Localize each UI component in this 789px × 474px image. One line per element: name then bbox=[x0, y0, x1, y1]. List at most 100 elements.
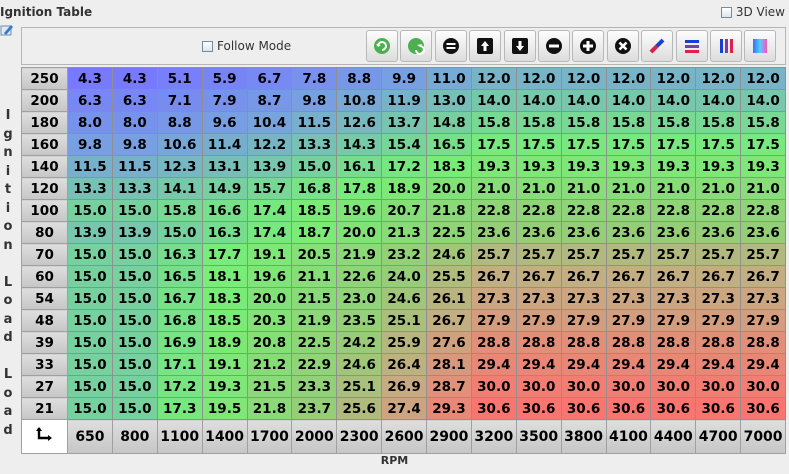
table-cell[interactable]: 27.3 bbox=[695, 287, 742, 310]
table-cell[interactable]: 14.0 bbox=[470, 89, 517, 112]
table-cell[interactable]: 21.5 bbox=[246, 375, 293, 398]
table-cell[interactable]: 22.8 bbox=[650, 199, 697, 222]
table-cell[interactable]: 8.7 bbox=[246, 89, 293, 112]
table-cell[interactable]: 19.1 bbox=[246, 243, 293, 266]
table-cell[interactable]: 17.1 bbox=[156, 353, 203, 376]
table-cell[interactable]: 16.7 bbox=[156, 287, 203, 310]
table-cell[interactable]: 17.7 bbox=[201, 243, 248, 266]
table-cell[interactable]: 15.8 bbox=[650, 111, 697, 134]
table-cell[interactable]: 28.8 bbox=[470, 331, 517, 354]
table-cell[interactable]: 27.3 bbox=[740, 287, 786, 310]
table-cell[interactable]: 17.2 bbox=[381, 155, 427, 178]
table-cell[interactable]: 13.9 bbox=[111, 221, 158, 244]
table-cell[interactable]: 10.4 bbox=[246, 111, 293, 134]
increment-button[interactable] bbox=[366, 30, 398, 62]
table-cell[interactable]: 20.0 bbox=[426, 177, 472, 200]
table-cell[interactable]: 14.0 bbox=[605, 89, 652, 112]
table-cell[interactable]: 13.3 bbox=[67, 177, 113, 200]
3d-view-checkbox[interactable]: 3D View bbox=[720, 5, 785, 19]
table-cell[interactable]: 26.7 bbox=[515, 265, 562, 288]
table-cell[interactable]: 22.6 bbox=[336, 265, 383, 288]
subtract-button[interactable] bbox=[538, 30, 570, 62]
table-cell[interactable]: 8.8 bbox=[336, 67, 383, 90]
table-cell[interactable]: 16.6 bbox=[201, 199, 248, 222]
table-cell[interactable]: 17.5 bbox=[605, 133, 652, 156]
table-cell[interactable]: 17.4 bbox=[246, 221, 293, 244]
table-cell[interactable]: 29.4 bbox=[515, 353, 562, 376]
table-cell[interactable]: 13.0 bbox=[426, 89, 472, 112]
table-cell[interactable]: 5.1 bbox=[156, 67, 203, 90]
table-cell[interactable]: 15.8 bbox=[156, 199, 203, 222]
table-cell[interactable]: 12.0 bbox=[650, 67, 697, 90]
table-cell[interactable]: 10.8 bbox=[336, 89, 383, 112]
table-cell[interactable]: 16.9 bbox=[156, 331, 203, 354]
table-cell[interactable]: 14.0 bbox=[695, 89, 742, 112]
table-cell[interactable]: 12.6 bbox=[336, 111, 383, 134]
table-cell[interactable]: 30.0 bbox=[470, 375, 517, 398]
table-cell[interactable]: 21.0 bbox=[650, 177, 697, 200]
table-cell[interactable]: 27.4 bbox=[381, 397, 427, 420]
table-cell[interactable]: 17.5 bbox=[740, 133, 786, 156]
table-cell[interactable]: 19.6 bbox=[246, 265, 293, 288]
table-cell[interactable]: 22.5 bbox=[291, 331, 338, 354]
table-cell[interactable]: 30.0 bbox=[515, 375, 562, 398]
table-cell[interactable]: 17.4 bbox=[246, 199, 293, 222]
table-cell[interactable]: 23.7 bbox=[291, 397, 338, 420]
table-cell[interactable]: 19.3 bbox=[470, 155, 517, 178]
table-cell[interactable]: 28.8 bbox=[515, 331, 562, 354]
table-cell[interactable]: 25.9 bbox=[381, 331, 427, 354]
table-cell[interactable]: 28.8 bbox=[650, 331, 697, 354]
table-cell[interactable]: 27.3 bbox=[515, 287, 562, 310]
table-cell[interactable]: 27.9 bbox=[740, 309, 786, 332]
table-cell[interactable]: 5.9 bbox=[201, 67, 248, 90]
table-cell[interactable]: 19.3 bbox=[605, 155, 652, 178]
table-cell[interactable]: 11.0 bbox=[426, 67, 472, 90]
table-cell[interactable]: 13.3 bbox=[291, 133, 338, 156]
table-cell[interactable]: 24.6 bbox=[381, 287, 427, 310]
table-cell[interactable]: 9.9 bbox=[381, 67, 427, 90]
table-cell[interactable]: 10.6 bbox=[156, 133, 203, 156]
table-cell[interactable]: 21.8 bbox=[426, 199, 472, 222]
table-cell[interactable]: 27.3 bbox=[605, 287, 652, 310]
table-cell[interactable]: 29.3 bbox=[426, 397, 472, 420]
set-value-button[interactable] bbox=[434, 30, 467, 62]
table-cell[interactable]: 22.8 bbox=[695, 199, 742, 222]
table-cell[interactable]: 28.8 bbox=[560, 331, 607, 354]
table-cell[interactable]: 26.7 bbox=[695, 265, 742, 288]
table-cell[interactable]: 15.0 bbox=[67, 265, 113, 288]
table-cell[interactable]: 21.0 bbox=[605, 177, 652, 200]
table-cell[interactable]: 27.9 bbox=[560, 309, 607, 332]
table-cell[interactable]: 15.0 bbox=[156, 221, 203, 244]
table-cell[interactable]: 20.7 bbox=[381, 199, 427, 222]
table-cell[interactable]: 23.6 bbox=[470, 221, 517, 244]
table-cell[interactable]: 27.9 bbox=[650, 309, 697, 332]
table-cell[interactable]: 7.1 bbox=[156, 89, 203, 112]
table-cell[interactable]: 9.8 bbox=[291, 89, 338, 112]
table-cell[interactable]: 22.8 bbox=[515, 199, 562, 222]
table-cell[interactable]: 21.1 bbox=[291, 265, 338, 288]
table-cell[interactable]: 21.2 bbox=[246, 353, 293, 376]
table-cell[interactable]: 12.0 bbox=[515, 67, 562, 90]
table-cell[interactable]: 14.1 bbox=[156, 177, 203, 200]
table-cell[interactable]: 25.1 bbox=[336, 375, 383, 398]
table-cell[interactable]: 30.0 bbox=[560, 375, 607, 398]
table-cell[interactable]: 18.3 bbox=[426, 155, 472, 178]
table-cell[interactable]: 7.9 bbox=[201, 89, 248, 112]
table-cell[interactable]: 19.3 bbox=[695, 155, 742, 178]
table-cell[interactable]: 30.6 bbox=[515, 397, 562, 420]
table-cell[interactable]: 15.0 bbox=[111, 353, 158, 376]
table-cell[interactable]: 12.0 bbox=[740, 67, 786, 90]
table-cell[interactable]: 22.5 bbox=[426, 221, 472, 244]
table-cell[interactable]: 26.4 bbox=[381, 353, 427, 376]
table-cell[interactable]: 11.4 bbox=[201, 133, 248, 156]
table-cell[interactable]: 23.6 bbox=[605, 221, 652, 244]
table-cell[interactable]: 21.3 bbox=[381, 221, 427, 244]
table-cell[interactable]: 17.5 bbox=[560, 133, 607, 156]
horizontal-interpolate-button[interactable] bbox=[675, 30, 708, 62]
table-cell[interactable]: 12.0 bbox=[560, 67, 607, 90]
table-cell[interactable]: 22.9 bbox=[291, 353, 338, 376]
table-cell[interactable]: 26.1 bbox=[426, 287, 472, 310]
table-cell[interactable]: 23.6 bbox=[515, 221, 562, 244]
table-cell[interactable]: 4.3 bbox=[111, 67, 158, 90]
table-cell[interactable]: 24.2 bbox=[336, 331, 383, 354]
